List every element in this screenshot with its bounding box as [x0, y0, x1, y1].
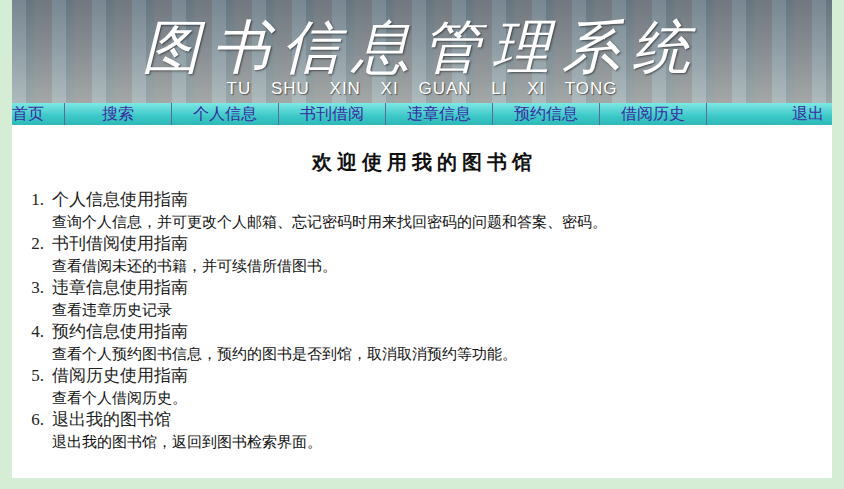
guide-number: 2. — [26, 233, 44, 277]
guide-title: 违章信息使用指南 — [52, 277, 188, 299]
guide-number: 4. — [26, 321, 44, 365]
banner: 图书信息管理系统TU SHU XIN XI GUAN LI XI TONG — [12, 0, 832, 103]
welcome-title: 欢 迎 使 用 我 的 图 书 馆 — [26, 149, 818, 175]
guide-title: 书刊借阅使用指南 — [52, 233, 337, 255]
nav-item[interactable]: 书刊借阅 — [279, 103, 386, 125]
guide-list: 1.个人信息使用指南查询个人信息，并可更改个人邮箱、忘记密码时用来找回密码的问题… — [26, 189, 818, 453]
guide-title: 预约信息使用指南 — [52, 321, 517, 343]
guide-description: 查看违章历史记录 — [52, 299, 188, 321]
nav-item[interactable]: 首页 — [12, 103, 65, 125]
content: 欢 迎 使 用 我 的 图 书 馆1.个人信息使用指南查询个人信息，并可更改个人… — [12, 125, 832, 478]
logout-link[interactable]: 退出 — [792, 103, 832, 125]
guide-description: 退出我的图书馆，返回到图书检索界面。 — [52, 431, 322, 453]
banner-subtitle: TU SHU XIN XI GUAN LI XI TONG — [227, 79, 618, 99]
guide-item: 6.退出我的图书馆退出我的图书馆，返回到图书检索界面。 — [26, 409, 818, 453]
guide-number: 6. — [26, 409, 44, 453]
guide-body: 个人信息使用指南查询个人信息，并可更改个人邮箱、忘记密码时用来找回密码的问题和答… — [52, 189, 607, 233]
nav-item[interactable]: 违章信息 — [386, 103, 493, 125]
guide-body: 预约信息使用指南查看个人预约图书信息，预约的图书是否到馆，取消取消预约等功能。 — [52, 321, 517, 365]
banner-title: 图书信息管理系统 — [142, 15, 702, 79]
guide-body: 借阅历史使用指南查看个人借阅历史。 — [52, 365, 188, 409]
guide-body: 违章信息使用指南查看违章历史记录 — [52, 277, 188, 321]
guide-item: 5.借阅历史使用指南查看个人借阅历史。 — [26, 365, 818, 409]
guide-item: 4.预约信息使用指南查看个人预约图书信息，预约的图书是否到馆，取消取消预约等功能… — [26, 321, 818, 365]
guide-number: 3. — [26, 277, 44, 321]
guide-number: 5. — [26, 365, 44, 409]
guide-number: 1. — [26, 189, 44, 233]
guide-description: 查询个人信息，并可更改个人邮箱、忘记密码时用来找回密码的问题和答案、密码。 — [52, 211, 607, 233]
guide-title: 个人信息使用指南 — [52, 189, 607, 211]
guide-title: 退出我的图书馆 — [52, 409, 322, 431]
guide-description: 查看个人借阅历史。 — [52, 387, 188, 409]
nav-item[interactable]: 个人信息 — [172, 103, 279, 125]
guide-item: 1.个人信息使用指南查询个人信息，并可更改个人邮箱、忘记密码时用来找回密码的问题… — [26, 189, 818, 233]
page: 图书信息管理系统TU SHU XIN XI GUAN LI XI TONG首页搜… — [0, 0, 844, 489]
guide-description: 查看个人预约图书信息，预约的图书是否到馆，取消取消预约等功能。 — [52, 343, 517, 365]
guide-item: 3.违章信息使用指南查看违章历史记录 — [26, 277, 818, 321]
guide-body: 书刊借阅使用指南查看借阅未还的书籍，并可续借所借图书。 — [52, 233, 337, 277]
guide-title: 借阅历史使用指南 — [52, 365, 188, 387]
nav-item[interactable]: 借阅历史 — [600, 103, 707, 125]
guide-description: 查看借阅未还的书籍，并可续借所借图书。 — [52, 255, 337, 277]
guide-body: 退出我的图书馆退出我的图书馆，返回到图书检索界面。 — [52, 409, 322, 453]
guide-item: 2.书刊借阅使用指南查看借阅未还的书籍，并可续借所借图书。 — [26, 233, 818, 277]
nav-item[interactable]: 预约信息 — [493, 103, 600, 125]
nav-bar: 首页搜索个人信息书刊借阅违章信息预约信息借阅历史 退出 — [12, 103, 832, 125]
nav-item[interactable]: 搜索 — [65, 103, 172, 125]
